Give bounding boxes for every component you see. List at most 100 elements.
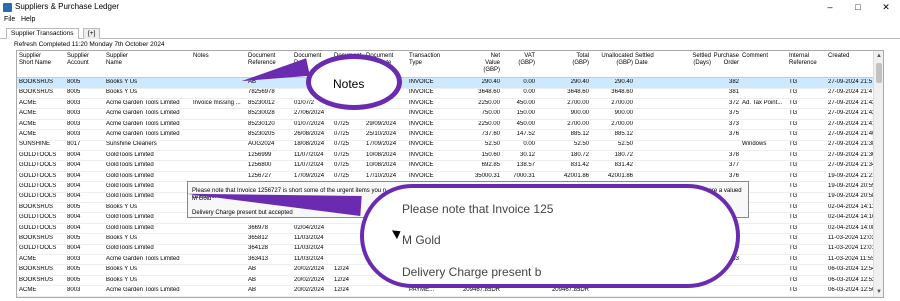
- table-cell: 8003: [67, 131, 81, 137]
- table-cell: INVOICE: [409, 131, 434, 137]
- table-cell: GOLDTOOLS: [19, 224, 57, 231]
- table-cell: 737.60: [481, 131, 500, 137]
- table-cell: 0.00: [523, 89, 535, 96]
- table-cell: 85230012: [248, 99, 275, 106]
- table-cell: 27-09-2024 21:47: [828, 89, 874, 96]
- table-cell: 8005: [67, 203, 81, 210]
- table-cell: TG: [789, 131, 798, 137]
- minimize-button[interactable]: –: [816, 0, 844, 15]
- title-bar: Suppliers & Purchase Ledger – □ ✕: [0, 0, 900, 15]
- table-cell: 18/08/2024: [294, 141, 325, 148]
- column-header-0[interactable]: Supplier Short Name: [19, 53, 65, 67]
- table-cell: INVOICE: [409, 79, 434, 85]
- column-header-17[interactable]: Internal Reference: [789, 53, 826, 67]
- table-cell: 381: [728, 89, 739, 96]
- column-header-13[interactable]: Settled Date: [635, 53, 675, 67]
- table-cell: 11/07/2024: [294, 162, 324, 169]
- column-header-10[interactable]: VAT (GBP): [502, 53, 535, 67]
- table-cell: 8005: [67, 79, 81, 85]
- table-cell: TG: [789, 287, 798, 293]
- table-cell: 11-03-2024 12:03: [828, 235, 874, 241]
- table-cell: 885.12: [614, 131, 633, 137]
- scroll-thumb[interactable]: [876, 63, 882, 83]
- column-header-18[interactable]: Created: [828, 53, 874, 60]
- scroll-down-icon[interactable]: ▼: [874, 287, 883, 297]
- column-header-8[interactable]: Transaction Type: [409, 53, 455, 67]
- table-cell: 19-09-2024 20:59: [828, 183, 874, 189]
- table-row[interactable]: SUNSHINE 8017 Sunshine Cleaners AUG2024 18/0…: [17, 140, 875, 151]
- table-cell: GoldTools Limited: [106, 172, 154, 179]
- table-cell: 1256999: [248, 151, 272, 158]
- table-cell: 27/06/2024: [294, 110, 325, 117]
- table-cell: 8003: [67, 120, 81, 127]
- table-cell: INVOICE: [409, 99, 434, 106]
- table-cell: GOLDTOOLS: [19, 193, 57, 200]
- table-cell: 52.50: [484, 141, 500, 148]
- table-cell: 11/07/2024: [294, 151, 324, 158]
- tab-add[interactable]: [+]: [83, 28, 101, 39]
- table-cell: 290.40: [614, 79, 633, 85]
- table-cell: 3648.60: [567, 89, 589, 96]
- menu-help[interactable]: Help: [21, 16, 35, 23]
- table-cell: Books Y Us: [106, 276, 138, 283]
- table-row[interactable]: GOLDTOOLS 8004 GoldTools Limited 1256999 11/…: [17, 151, 875, 162]
- table-cell: Acme Garden Tools Limited: [106, 110, 180, 117]
- table-cell: AUG2024: [248, 141, 275, 148]
- column-header-9[interactable]: Net Value (GBP): [457, 53, 500, 74]
- table-cell: INVOICE: [409, 120, 434, 127]
- table-cell: ACME: [19, 131, 37, 137]
- notes-callout: Notes: [306, 54, 402, 110]
- table-cell: 147.52: [516, 131, 535, 137]
- table-row[interactable]: ACME 8003 Acme Garden Tools Limited Invoice…: [17, 99, 875, 110]
- table-cell: 0.00: [523, 79, 535, 85]
- table-cell: 25/10/2024: [366, 131, 397, 137]
- column-header-15[interactable]: Purchase Order: [713, 53, 739, 67]
- callout-label: Notes: [333, 77, 365, 91]
- table-cell: 78256978: [248, 89, 275, 96]
- table-cell: 02-04-2024 14:08: [828, 224, 874, 231]
- table-cell: ACME: [19, 255, 37, 262]
- table-cell: 8004: [67, 162, 81, 169]
- table-row[interactable]: BOOKSRUS 8005 Books Y Us AB INVOICE 290.40 0.0…: [17, 78, 875, 89]
- table-cell: Books Y Us: [106, 266, 138, 273]
- table-cell: 12/24: [334, 266, 350, 273]
- table-cell: 365812: [248, 235, 269, 241]
- table-cell: 07/25: [334, 162, 350, 169]
- table-row[interactable]: ACME 8003 Acme Garden Tools Limited 8523002…: [17, 109, 875, 120]
- table-cell: 20/02/2024: [294, 276, 325, 283]
- scroll-up-icon[interactable]: ▲: [874, 51, 883, 61]
- column-header-2[interactable]: Supplier Name: [106, 53, 191, 67]
- table-cell: GoldTools Limited: [106, 245, 154, 252]
- table-cell: 85230120: [248, 120, 275, 127]
- table-cell: TG: [789, 89, 798, 96]
- column-header-14[interactable]: Settled (Days): [677, 53, 711, 67]
- table-row[interactable]: BOOKSRUS 8005 Books Y Us 78256978 INVOICE 364…: [17, 88, 875, 99]
- table-cell: Sunshine Cleaners: [106, 141, 157, 148]
- table-cell: 372: [728, 99, 739, 106]
- tab-supplier-transactions[interactable]: Supplier Transactions: [6, 28, 79, 39]
- table-cell: 8004: [67, 172, 81, 179]
- table-cell: 692.85: [481, 162, 500, 169]
- menu-file[interactable]: File: [4, 16, 15, 23]
- table-cell: TG: [789, 276, 798, 283]
- column-header-16[interactable]: Comment: [742, 53, 787, 60]
- vertical-scrollbar[interactable]: ▲ ▼: [873, 51, 883, 297]
- column-header-11[interactable]: Total (GBP): [537, 53, 589, 67]
- table-cell: 06-03-2024 12:50: [828, 287, 874, 293]
- column-header-1[interactable]: Supplier Account: [67, 53, 104, 67]
- table-cell: INVOICE: [409, 110, 434, 117]
- table-cell: 900.00: [570, 110, 589, 117]
- table-cell: TG: [789, 151, 798, 158]
- close-button[interactable]: ✕: [872, 0, 900, 15]
- maximize-button[interactable]: □: [844, 0, 872, 15]
- table-cell: INVOICE: [409, 162, 434, 169]
- table-cell: 377: [728, 162, 739, 169]
- table-row[interactable]: GOLDTOOLS 8004 GoldTools Limited 1256800 11/…: [17, 161, 875, 172]
- table-row[interactable]: ACME 8003 Acme Garden Tools Limited 8523012…: [17, 120, 875, 131]
- table-cell: 8004: [67, 214, 81, 221]
- column-header-12[interactable]: Unallocated (GBP): [591, 53, 633, 67]
- table-row[interactable]: ACME 8003 Acme Garden Tools Limited 8523020…: [17, 130, 875, 141]
- table-cell: 27-09-2024 21:57: [828, 79, 874, 85]
- table-cell: TG: [789, 193, 798, 200]
- column-header-3[interactable]: Notes: [193, 53, 246, 60]
